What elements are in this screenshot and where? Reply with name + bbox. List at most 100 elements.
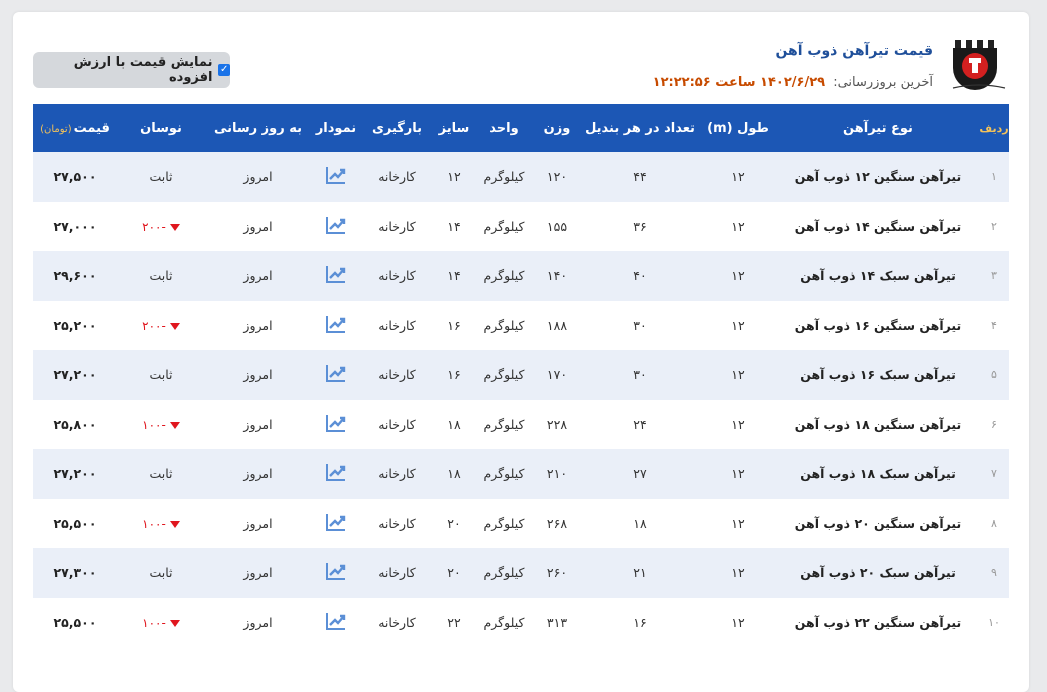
chart-trend-icon[interactable]: [325, 512, 347, 532]
per-bundle-cell: ۱۸: [633, 515, 647, 531]
loading-cell: کارخانه: [378, 317, 416, 333]
per-bundle-cell: ۲۴: [633, 416, 647, 432]
updated-cell: امروز: [243, 317, 273, 333]
loading-cell: کارخانه: [378, 169, 416, 185]
chart-trend-icon[interactable]: [325, 363, 347, 383]
price-cell: ۲۷,۳۰۰: [53, 565, 97, 581]
chart-trend-icon[interactable]: [325, 215, 347, 235]
updated-cell: امروز: [243, 268, 273, 284]
table-row[interactable]: ۲ تیرآهن سنگین ۱۴ ذوب آهن ۱۲ ۳۶ ۱۵۵ کیلوگرم ۱۴…: [33, 201, 1009, 251]
updated-cell: امروز: [243, 367, 273, 383]
price-cell: ۲۹,۶۰۰: [53, 268, 97, 284]
table-row[interactable]: ۳ تیرآهن سبک ۱۴ ذوب آهن ۱۲ ۴۰ ۱۴۰ کیلوگرم ۱۴ کا…: [33, 251, 1009, 301]
length-cell: ۱۲: [731, 466, 745, 482]
vat-checkbox[interactable]: ✓: [218, 64, 230, 76]
price-cell: ۲۵,۵۰۰: [53, 515, 97, 531]
col-price-unit: (تومان): [40, 123, 72, 135]
down-arrow-icon: [169, 520, 180, 528]
loading-cell: کارخانه: [378, 367, 416, 383]
beam-type: تیرآهن سبک ۱۶ ذوب آهن: [800, 367, 956, 383]
last-updated: آخرین بروزرسانی: ۱۴۰۲/۶/۲۹ ساعت ۱۲:۲۲:۵۶: [653, 75, 933, 90]
weight-cell: ۲۱۰: [546, 466, 568, 482]
row-number: ۴: [991, 318, 997, 332]
chart-trend-icon[interactable]: [325, 462, 347, 482]
size-cell: ۱۲: [447, 169, 461, 185]
table-row[interactable]: ۶ تیرآهن سنگین ۱۸ ذوب آهن ۱۲ ۲۴ ۲۲۸ کیلوگرم ۱۸…: [33, 399, 1009, 450]
change-cell: ثابت: [149, 367, 173, 383]
beam-type: تیرآهن سنگین ۲۲ ذوب آهن: [794, 614, 962, 630]
updated-cell: امروز: [243, 466, 273, 482]
size-cell: ۲۰: [447, 565, 461, 581]
col-chart: نمودار: [315, 120, 357, 136]
price-cell: ۲۷,۰۰۰: [53, 218, 97, 234]
price-table: ردیف نوع تیرآهن طول (m) تعداد در هر بندی…: [33, 104, 1009, 647]
length-cell: ۱۲: [731, 614, 745, 630]
table-row[interactable]: ۱۰ تیرآهن سنگین ۲۲ ذوب آهن ۱۲ ۱۶ ۳۱۳ کیلوگرم ۲…: [33, 597, 1009, 648]
col-weight: وزن: [543, 120, 571, 136]
loading-cell: کارخانه: [378, 416, 416, 432]
change-cell: ثابت: [149, 169, 173, 185]
loading-cell: کارخانه: [378, 565, 416, 581]
chart-trend-icon[interactable]: [325, 165, 347, 185]
chart-cell: [311, 449, 361, 499]
per-bundle-cell: ۳۰: [633, 317, 647, 333]
vat-toggle-label: نمایش قیمت با ارزش افزوده: [73, 55, 213, 85]
table-row[interactable]: ۴ تیرآهن سنگین ۱۶ ذوب آهن ۱۲ ۳۰ ۱۸۸ کیلوگرم ۱۶…: [33, 300, 1009, 351]
size-cell: ۱۸: [447, 416, 461, 432]
col-length: طول (m): [707, 120, 769, 136]
price-cell: ۲۷,۵۰۰: [53, 169, 97, 185]
table-row[interactable]: ۱ تیرآهن سنگین ۱۲ ذوب آهن ۱۲ ۴۴ ۱۲۰ کیلوگرم ۱۲…: [33, 152, 1009, 202]
chart-trend-icon[interactable]: [325, 561, 347, 581]
chart-trend-icon[interactable]: [325, 314, 347, 334]
row-number: ۷: [991, 467, 997, 481]
table-row[interactable]: ۷ تیرآهن سبک ۱۸ ذوب آهن ۱۲ ۲۷ ۲۱۰ کیلوگرم ۱۸ کا…: [33, 449, 1009, 499]
beam-type: تیرآهن سبک ۱۴ ذوب آهن: [800, 268, 956, 284]
price-card: قیمت تیرآهن ذوب آهن آخرین بروزرسانی: ۱۴۰…: [13, 12, 1029, 692]
table-body: ۱ تیرآهن سنگین ۱۲ ذوب آهن ۱۲ ۴۴ ۱۲۰ کیلوگرم ۱۲…: [33, 152, 1009, 647]
loading-cell: کارخانه: [378, 218, 416, 234]
per-bundle-cell: ۴۴: [633, 169, 647, 185]
chart-trend-icon[interactable]: [325, 413, 347, 433]
weight-cell: ۱۷۰: [546, 367, 568, 383]
per-bundle-cell: ۲۱: [633, 565, 647, 581]
vat-price-toggle[interactable]: ✓ نمایش قیمت با ارزش افزوده: [33, 52, 230, 88]
down-arrow-icon: [169, 223, 180, 231]
per-bundle-cell: ۳۰: [633, 367, 647, 383]
length-cell: ۱۲: [731, 515, 745, 531]
table-row[interactable]: ۸ تیرآهن سنگین ۲۰ ذوب آهن ۱۲ ۱۸ ۲۶۸ کیلوگرم ۲۰…: [33, 498, 1009, 549]
chart-cell: [311, 350, 361, 400]
size-cell: ۱۴: [447, 218, 461, 234]
unit-cell: کیلوگرم: [483, 218, 525, 234]
updated-cell: امروز: [243, 614, 273, 630]
chart-cell: [311, 152, 361, 202]
updated-cell: امروز: [243, 565, 273, 581]
table-row[interactable]: ۵ تیرآهن سبک ۱۶ ذوب آهن ۱۲ ۳۰ ۱۷۰ کیلوگرم ۱۶ کا…: [33, 350, 1009, 400]
last-updated-value: ۱۴۰۲/۶/۲۹ ساعت ۱۲:۲۲:۵۶: [652, 75, 826, 90]
chart-trend-icon[interactable]: [325, 264, 347, 284]
change-cell: -۲۰۰: [117, 301, 205, 351]
col-price: قیمت(تومان): [33, 104, 117, 152]
change-cell: -۱۰۰: [117, 499, 205, 549]
change-value: -۱۰۰: [142, 417, 166, 432]
loading-cell: کارخانه: [378, 614, 416, 630]
beam-type: تیرآهن سبک ۱۸ ذوب آهن: [800, 466, 956, 482]
down-arrow-icon: [169, 322, 180, 330]
updated-cell: امروز: [243, 515, 273, 531]
beam-type: تیرآهن سنگین ۱۸ ذوب آهن: [794, 416, 962, 432]
price-cell: ۲۵,۸۰۰: [53, 416, 97, 432]
down-arrow-icon: [169, 421, 180, 429]
change-cell: -۱۰۰: [117, 400, 205, 450]
unit-cell: کیلوگرم: [483, 367, 525, 383]
length-cell: ۱۲: [731, 169, 745, 185]
table-row[interactable]: ۹ تیرآهن سبک ۲۰ ذوب آهن ۱۲ ۲۱ ۲۶۰ کیلوگرم ۲۰ کا…: [33, 548, 1009, 598]
unit-cell: کیلوگرم: [483, 169, 525, 185]
col-change: نوسان: [140, 120, 182, 136]
chart-cell: [311, 499, 361, 549]
page-title: قیمت تیرآهن ذوب آهن: [775, 43, 933, 59]
chart-trend-icon[interactable]: [325, 611, 347, 631]
chart-cell: [311, 598, 361, 648]
row-number: ۱: [991, 170, 997, 184]
per-bundle-cell: ۳۶: [633, 218, 647, 234]
chart-cell: [311, 548, 361, 598]
col-loading: بارگیری: [371, 120, 423, 136]
